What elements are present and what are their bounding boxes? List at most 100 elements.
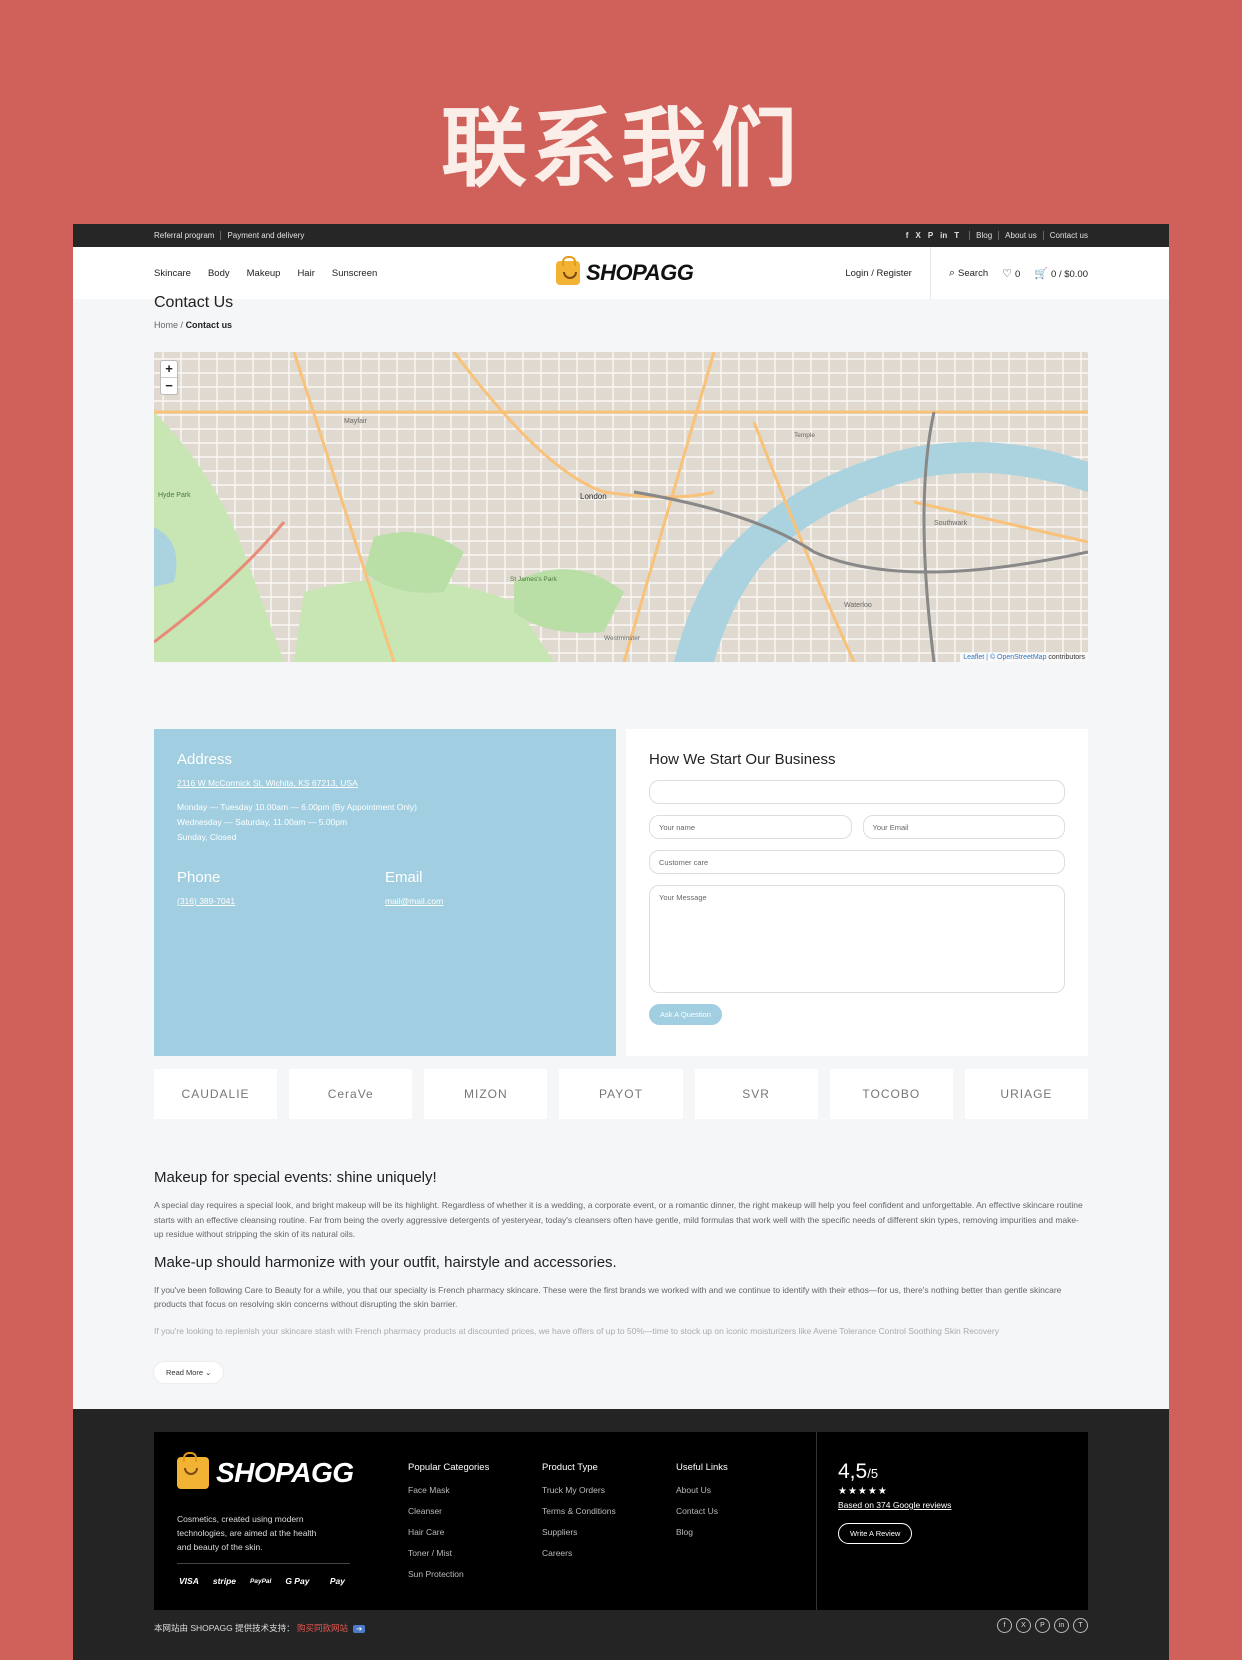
read-more-button[interactable]: Read More ⌄ xyxy=(154,1362,224,1383)
footer-link[interactable]: Suppliers xyxy=(542,1527,616,1537)
nav-sunscreen[interactable]: Sunscreen xyxy=(332,268,377,279)
linkedin-icon[interactable]: in xyxy=(940,231,947,240)
breadcrumb-home[interactable]: Home xyxy=(154,320,178,330)
footer-link[interactable]: Toner / Mist xyxy=(408,1548,489,1558)
hours-line: Wednesday — Saturday, 11.00am — 5.00pm xyxy=(177,817,348,827)
address-panel: Address 2116 W McCormick St, Wichita, KS… xyxy=(154,729,616,1056)
map-label-hyde-park: Hyde Park xyxy=(158,492,191,499)
footer-link[interactable]: Blog xyxy=(676,1527,728,1537)
brand-logo[interactable]: CAUDALIE xyxy=(154,1069,278,1119)
facebook-icon[interactable]: f xyxy=(906,231,909,240)
footer-link[interactable]: Truck My Orders xyxy=(542,1485,616,1495)
osm-link[interactable]: OpenStreetMap xyxy=(997,654,1046,661)
google-pay-icon: G Pay xyxy=(285,1576,310,1586)
pinterest-icon[interactable]: P xyxy=(928,231,933,240)
footer-link[interactable]: Terms & Conditions xyxy=(542,1506,616,1516)
map-attribution: Leaflet | © OpenStreetMap contributors xyxy=(960,653,1088,662)
payment-methods: VISA stripe PayPal G Pay Pay xyxy=(179,1576,345,1586)
referral-program-link[interactable]: Referral program xyxy=(154,231,214,240)
rating-value: 4,5 xyxy=(838,1460,868,1483)
footer-link[interactable]: Face Mask xyxy=(408,1485,489,1495)
search-button[interactable]: ⌕ Search xyxy=(949,267,988,280)
about-us-link[interactable]: About us xyxy=(1005,231,1037,240)
footer-link[interactable]: Hair Care xyxy=(408,1527,489,1537)
footer-col-categories: Popular Categories Face Mask Cleanser Ha… xyxy=(408,1462,489,1590)
footer-col-title: Popular Categories xyxy=(408,1462,490,1473)
google-reviews-link[interactable]: Based on 374 Google reviews xyxy=(838,1500,951,1510)
footer-link[interactable]: Cleanser xyxy=(408,1506,489,1516)
site-logo[interactable]: SHOPAGG xyxy=(556,256,694,286)
footer-link[interactable]: About Us xyxy=(676,1485,728,1495)
shopping-bag-icon xyxy=(177,1452,209,1489)
topic-input[interactable] xyxy=(649,780,1065,804)
footer-link[interactable]: Careers xyxy=(542,1548,616,1558)
hours-line: Monday — Tuesday 10.00am — 6.00pm (By Ap… xyxy=(177,802,418,812)
wishlist-button[interactable]: ♡ 0 xyxy=(1002,267,1020,280)
message-textarea[interactable]: Your Message xyxy=(649,885,1065,993)
nav-makeup[interactable]: Makeup xyxy=(247,268,281,279)
nav-hair[interactable]: Hair xyxy=(297,268,314,279)
subject-input[interactable]: Customer care xyxy=(649,850,1065,874)
map-tiles[interactable] xyxy=(154,352,1088,662)
brand-logo[interactable]: MIZON xyxy=(424,1069,548,1119)
star-rating-icon: ★★★★★ xyxy=(838,1486,888,1497)
map-label-temple: Temple xyxy=(794,432,815,439)
visa-icon: VISA xyxy=(179,1576,199,1586)
arrow-right-icon[interactable]: ➔ xyxy=(353,1625,366,1633)
hours-line: Sunday, Closed xyxy=(177,832,237,842)
email-link[interactable]: mail@mail.com xyxy=(385,896,593,906)
zoom-in-button[interactable]: + xyxy=(161,361,177,378)
linkedin-icon[interactable]: in xyxy=(1054,1618,1069,1633)
breadcrumb-current: Contact us xyxy=(185,320,233,330)
page-title: Contact Us xyxy=(154,294,234,311)
name-input[interactable]: Your name xyxy=(649,815,852,839)
write-review-button[interactable]: Write A Review xyxy=(838,1523,913,1544)
brand-logo[interactable]: URIAGE xyxy=(964,1069,1088,1119)
form-heading: How We Start Our Business xyxy=(649,751,836,768)
map-label-st-james-park: St James's Park xyxy=(510,576,557,583)
address-heading: Address xyxy=(177,751,233,768)
footer-link[interactable]: Contact Us xyxy=(676,1506,728,1516)
shopping-bag-icon xyxy=(556,256,580,285)
buy-site-link[interactable]: 购买同款网站 xyxy=(297,1623,348,1633)
stripe-icon: stripe xyxy=(212,1576,236,1586)
blog-link[interactable]: Blog xyxy=(976,231,992,240)
footer-logo[interactable]: SHOPAGG xyxy=(177,1452,354,1489)
footer-link[interactable]: Sun Protection xyxy=(408,1569,489,1579)
leaflet-link[interactable]: Leaflet xyxy=(963,654,984,661)
cart-button[interactable]: 🛒 0 / $0.00 xyxy=(1034,267,1088,280)
main-nav: Skincare Body Makeup Hair Sunscreen SHOP… xyxy=(73,247,1169,299)
brand-logo[interactable]: TOCOBO xyxy=(829,1069,953,1119)
contact-us-link[interactable]: Contact us xyxy=(1050,231,1088,240)
footer-col-product-type: Product Type Truck My Orders Terms & Con… xyxy=(542,1462,616,1569)
heart-icon: ♡ xyxy=(1002,267,1013,280)
brand-logo[interactable]: CeraVe xyxy=(289,1069,413,1119)
website-frame: Referral program Payment and delivery f … xyxy=(73,224,1169,1660)
nav-skincare[interactable]: Skincare xyxy=(154,268,191,279)
pinterest-icon[interactable]: P xyxy=(1035,1618,1050,1633)
cart-icon: 🛒 xyxy=(1034,267,1049,280)
ask-question-button[interactable]: Ask A Question xyxy=(649,1004,722,1025)
payment-delivery-link[interactable]: Payment and delivery xyxy=(227,231,304,240)
phone-link[interactable]: (316) 389-7041 xyxy=(177,896,385,906)
seo-paragraph: A special day requires a special look, a… xyxy=(154,1200,1083,1239)
facebook-icon[interactable]: f xyxy=(997,1618,1012,1633)
zoom-out-button[interactable]: − xyxy=(165,378,173,393)
brand-logo[interactable]: SVR xyxy=(694,1069,818,1119)
x-icon[interactable]: X xyxy=(1016,1618,1031,1633)
search-icon: ⌕ xyxy=(948,266,956,279)
x-icon[interactable]: X xyxy=(915,231,920,240)
seo-heading: Makeup for special events: shine uniquel… xyxy=(154,1169,437,1186)
location-map[interactable]: + − London Mayfair Hyde Park St James's … xyxy=(154,352,1088,662)
nav-body[interactable]: Body xyxy=(208,268,230,279)
map-label-southwark: Southwark xyxy=(934,520,968,527)
map-label-waterloo: Waterloo xyxy=(844,602,872,609)
telegram-icon[interactable]: T xyxy=(954,231,959,240)
email-input[interactable]: Your Email xyxy=(862,815,1065,839)
telegram-icon[interactable]: T xyxy=(1073,1618,1088,1633)
address-link[interactable]: 2116 W McCormick St, Wichita, KS 67213, … xyxy=(177,778,593,788)
login-register-link[interactable]: Login / Register xyxy=(845,268,912,279)
footer-col-useful-links: Useful Links About Us Contact Us Blog xyxy=(676,1462,728,1548)
brand-strip: CAUDALIE CeraVe MIZON PAYOT SVR TOCOBO U… xyxy=(154,1069,1088,1119)
brand-logo[interactable]: PAYOT xyxy=(559,1069,683,1119)
